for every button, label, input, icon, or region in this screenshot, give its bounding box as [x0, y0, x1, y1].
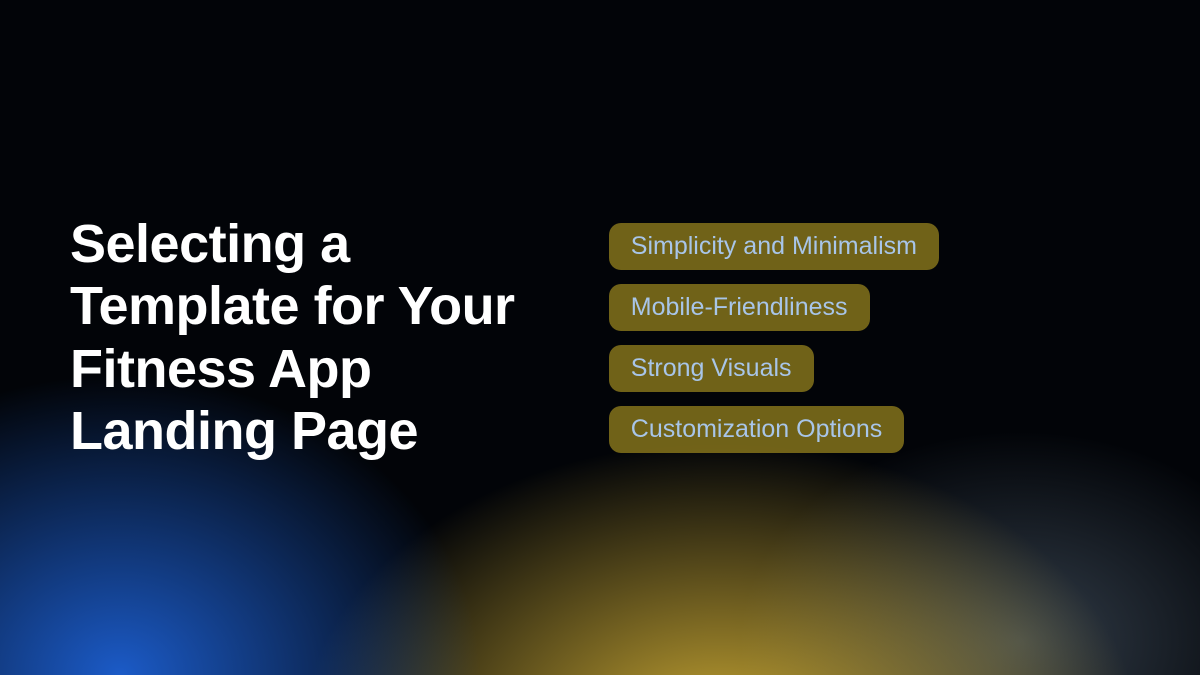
content-container: Selecting a Template for Your Fitness Ap…	[0, 0, 1200, 675]
feature-pill: Mobile-Friendliness	[609, 284, 870, 331]
feature-pill: Customization Options	[609, 406, 905, 453]
headline-column: Selecting a Template for Your Fitness Ap…	[70, 213, 579, 461]
feature-pill: Strong Visuals	[609, 345, 814, 392]
feature-pill: Simplicity and Minimalism	[609, 223, 939, 270]
pills-column: Simplicity and Minimalism Mobile-Friendl…	[579, 223, 1130, 453]
page-headline: Selecting a Template for Your Fitness Ap…	[70, 213, 579, 461]
